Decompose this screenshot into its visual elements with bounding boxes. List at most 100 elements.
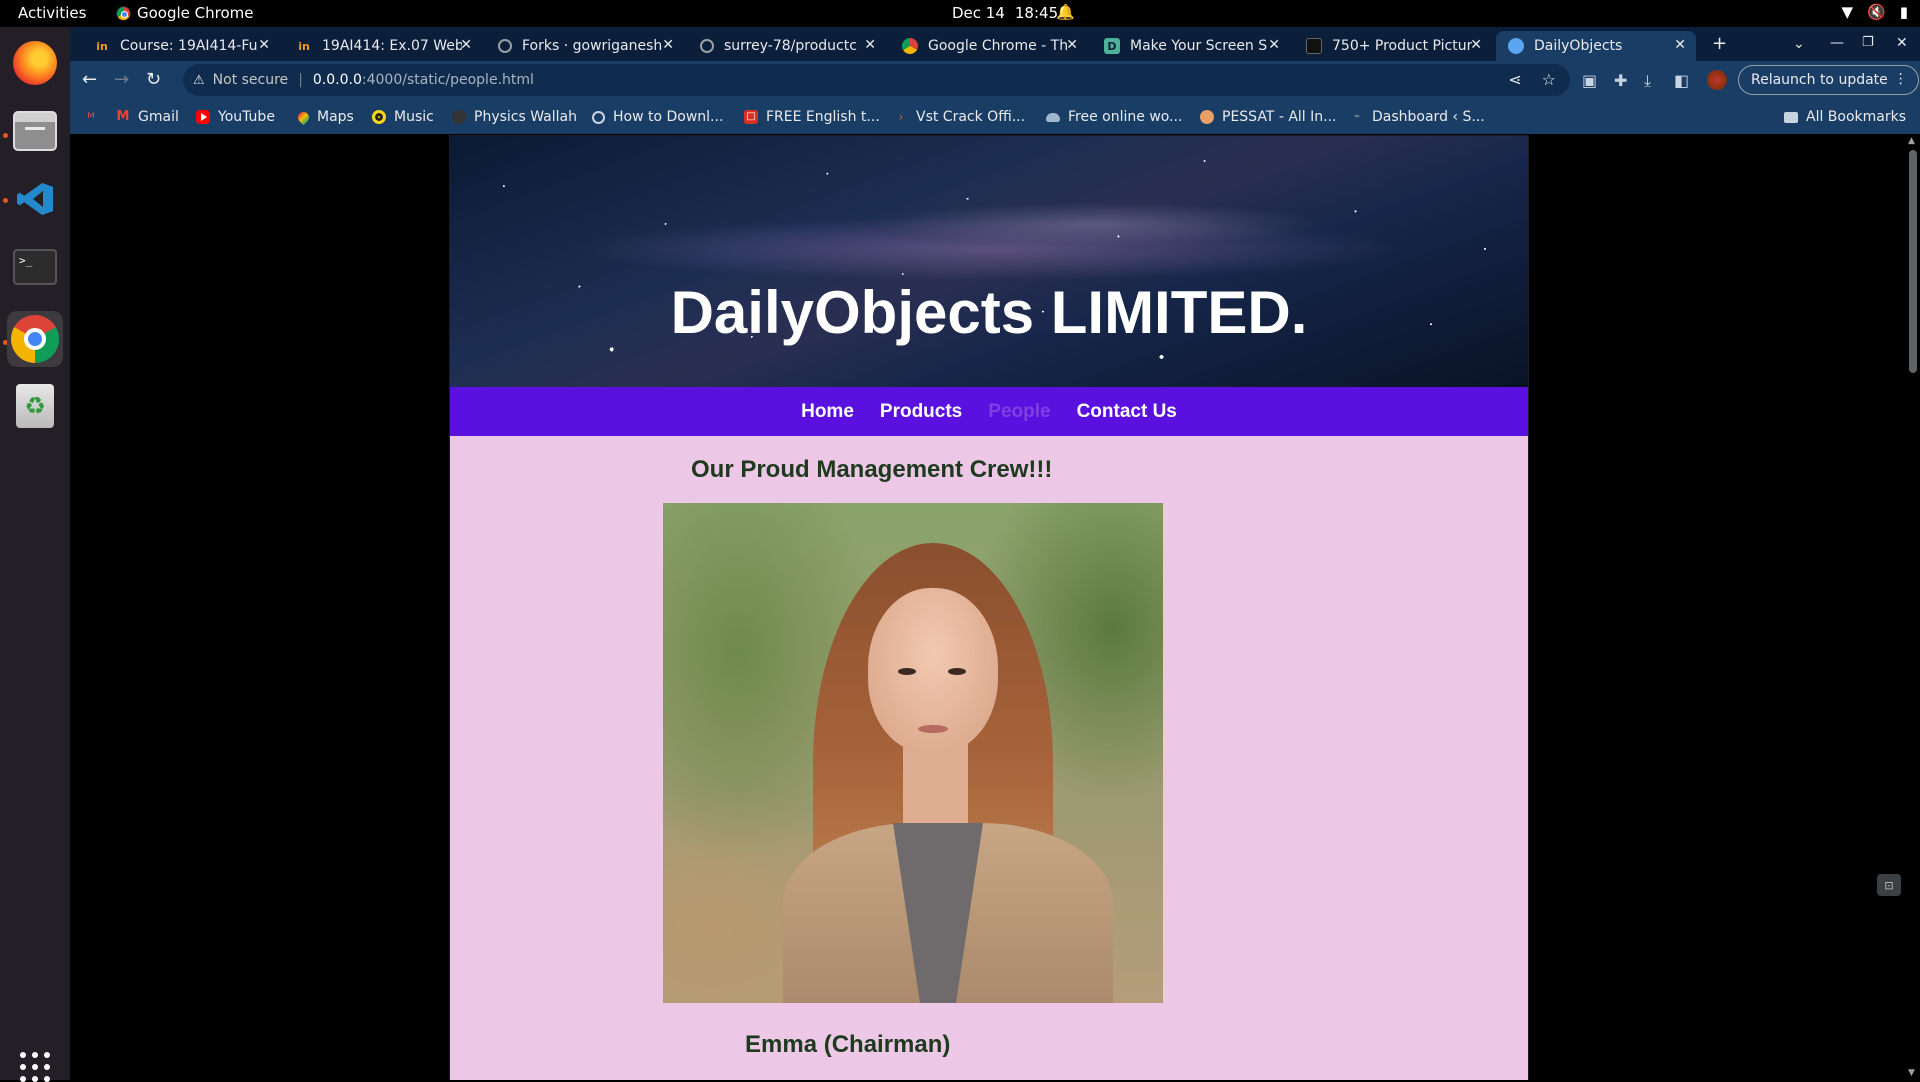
folder-icon bbox=[1784, 111, 1798, 123]
github-icon bbox=[498, 39, 512, 53]
header-banner: DailyObjects LIMITED. bbox=[450, 136, 1528, 387]
side-panel-icon[interactable]: ◧ bbox=[1674, 71, 1689, 90]
bookmark-star-icon[interactable]: ☆ bbox=[1542, 70, 1556, 89]
nav-contact-us[interactable]: Contact Us bbox=[1077, 401, 1177, 423]
scroll-up-icon[interactable]: ▲ bbox=[1908, 136, 1915, 146]
music-icon bbox=[372, 110, 386, 124]
app-menu[interactable]: Google Chrome bbox=[116, 4, 254, 22]
vst-icon: › bbox=[898, 110, 904, 124]
tab[interactable]: 750+ Product Pictur ✕ bbox=[1294, 31, 1492, 61]
tab-title: Course: 19AI414-Fu bbox=[120, 38, 258, 54]
dock-trash[interactable]: ♻ bbox=[10, 381, 60, 431]
dock: >_ ♻ bbox=[0, 27, 70, 1082]
close-icon[interactable]: ✕ bbox=[864, 37, 876, 53]
tab[interactable]: Google Chrome - Th ✕ bbox=[890, 31, 1088, 61]
dock-chrome[interactable] bbox=[7, 311, 63, 367]
brand-title: DailyObjects LIMITED. bbox=[670, 279, 1308, 346]
bookmark-label: Dashboard ‹ S... bbox=[1372, 109, 1485, 125]
scroll-down-icon[interactable]: ▼ bbox=[1908, 1068, 1915, 1078]
menu-dots-icon[interactable]: ⋮ bbox=[1894, 71, 1908, 87]
close-icon[interactable]: ✕ bbox=[258, 37, 270, 53]
clock-time: 18:45 bbox=[1014, 4, 1059, 22]
show-apps-icon[interactable] bbox=[20, 1052, 50, 1082]
close-icon[interactable]: ✕ bbox=[1674, 37, 1686, 53]
security-label[interactable]: Not secure bbox=[213, 72, 289, 88]
warning-icon[interactable]: ⚠ bbox=[193, 73, 205, 88]
running-indicator bbox=[3, 198, 8, 203]
bookmark-label: FREE English t... bbox=[766, 109, 880, 125]
download-icon[interactable]: ⤓ bbox=[1644, 71, 1651, 91]
activities-button[interactable]: Activities bbox=[18, 4, 86, 22]
extensions-puzzle-icon[interactable]: ✚ bbox=[1614, 71, 1627, 90]
bookmark-how-to-download[interactable]: How to Downl... bbox=[592, 109, 723, 125]
profile-avatar[interactable] bbox=[1707, 70, 1727, 90]
tab-title: DailyObjects bbox=[1534, 38, 1623, 54]
all-bookmarks[interactable]: All Bookmarks bbox=[1784, 109, 1906, 125]
page-container: DailyObjects LIMITED. Home Products Peop… bbox=[449, 135, 1529, 1080]
site-nav: Home Products People Contact Us bbox=[450, 387, 1528, 436]
tab[interactable]: D Make Your Screen S ✕ bbox=[1092, 31, 1290, 61]
minimize-icon[interactable]: — bbox=[1830, 35, 1844, 51]
relaunch-button[interactable]: Relaunch to update ⋮ bbox=[1738, 65, 1919, 95]
free-english-icon: □ bbox=[744, 110, 758, 124]
tab-active[interactable]: DailyObjects ✕ bbox=[1496, 31, 1696, 61]
divider: | bbox=[298, 72, 303, 88]
tab[interactable]: Forks · gowriganesh ✕ bbox=[486, 31, 684, 61]
notification-bell-icon[interactable]: 🔔 bbox=[1056, 3, 1075, 21]
close-icon[interactable]: ✕ bbox=[1470, 37, 1482, 53]
close-icon[interactable]: ✕ bbox=[1268, 37, 1280, 53]
share-icon[interactable]: ⋖ bbox=[1508, 70, 1521, 89]
bookmark-label: PESSAT - All In... bbox=[1222, 109, 1337, 125]
bookmark-label: YouTube bbox=[218, 109, 275, 125]
close-icon[interactable]: ✕ bbox=[460, 37, 472, 53]
tab-search-icon[interactable]: ⌄ bbox=[1793, 36, 1805, 52]
tab[interactable]: in Course: 19AI414-Fu ✕ bbox=[82, 31, 280, 61]
new-tab-icon[interactable]: + bbox=[1712, 33, 1727, 54]
bookmark-physics-wallah[interactable]: Physics Wallah bbox=[452, 109, 577, 125]
bookmark-dashboard[interactable]: ⌁ Dashboard ‹ S... bbox=[1350, 109, 1485, 125]
tab-title: Forks · gowriganesh bbox=[522, 38, 662, 54]
extension-icon[interactable]: ▣ bbox=[1582, 71, 1597, 90]
bookmark-vst-crack[interactable]: › Vst Crack Offi... bbox=[894, 109, 1026, 125]
bookmark-gmail[interactable]: M Gmail bbox=[116, 109, 179, 125]
bookmark-youtube[interactable]: YouTube bbox=[196, 109, 275, 125]
page-viewport: DailyObjects LIMITED. Home Products Peop… bbox=[70, 134, 1920, 1080]
forward-icon[interactable]: → bbox=[114, 69, 129, 90]
relaunch-label: Relaunch to update bbox=[1751, 72, 1888, 88]
chrome-icon bbox=[116, 5, 131, 21]
tab-title: Google Chrome - Th bbox=[928, 38, 1068, 54]
bookmark-label: Physics Wallah bbox=[474, 109, 577, 125]
scrollbar[interactable]: ▲ ▼ bbox=[1905, 134, 1920, 1080]
bookmark-free-online[interactable]: Free online wo... bbox=[1046, 109, 1182, 125]
close-icon[interactable]: ✕ bbox=[662, 37, 674, 53]
tab-title: 19AI414: Ex.07 Web bbox=[322, 38, 462, 54]
scrollbar-thumb[interactable] bbox=[1909, 150, 1917, 373]
volume-muted-icon: 🔇 bbox=[1867, 3, 1886, 21]
reload-icon[interactable]: ↻ bbox=[146, 69, 161, 90]
system-tray[interactable]: ▼ 🔇 ▮ bbox=[1842, 3, 1909, 21]
close-window-icon[interactable]: ✕ bbox=[1896, 35, 1908, 51]
tab[interactable]: in 19AI414: Ex.07 Web ✕ bbox=[284, 31, 482, 61]
bookmark-maps[interactable]: Maps bbox=[295, 109, 354, 125]
bookmark-free-english[interactable]: □ FREE English t... bbox=[744, 109, 880, 125]
back-icon[interactable]: ← bbox=[82, 69, 97, 90]
close-icon[interactable]: ✕ bbox=[1066, 37, 1078, 53]
bookmark-apps[interactable]: ᴍ bbox=[84, 109, 98, 123]
bookmark-label: Music bbox=[394, 109, 434, 125]
bookmark-pessat[interactable]: PESSAT - All In... bbox=[1200, 109, 1336, 125]
address-bar[interactable]: ⚠ Not secure | 0.0.0.0 :4000/static/peop… bbox=[183, 64, 1570, 96]
nav-products[interactable]: Products bbox=[880, 401, 962, 423]
bookmark-music[interactable]: Music bbox=[372, 109, 434, 125]
dock-files[interactable] bbox=[10, 106, 60, 156]
dock-terminal[interactable]: >_ bbox=[10, 242, 60, 292]
clock[interactable]: Dec 14 18:45 bbox=[952, 4, 1058, 22]
nav-home[interactable]: Home bbox=[801, 401, 854, 423]
tab[interactable]: surrey-78/productc ✕ bbox=[688, 31, 886, 61]
dock-vscode[interactable] bbox=[10, 174, 60, 224]
restore-icon[interactable]: ❐ bbox=[1862, 35, 1874, 50]
dock-firefox[interactable] bbox=[10, 38, 60, 88]
chrome-icon bbox=[902, 38, 918, 54]
nav-people[interactable]: People bbox=[988, 401, 1050, 423]
side-widget-icon[interactable]: ⊡ bbox=[1877, 874, 1901, 896]
bookmarks-bar: ᴍ M Gmail YouTube Maps Music Physics Wall… bbox=[70, 101, 1920, 134]
